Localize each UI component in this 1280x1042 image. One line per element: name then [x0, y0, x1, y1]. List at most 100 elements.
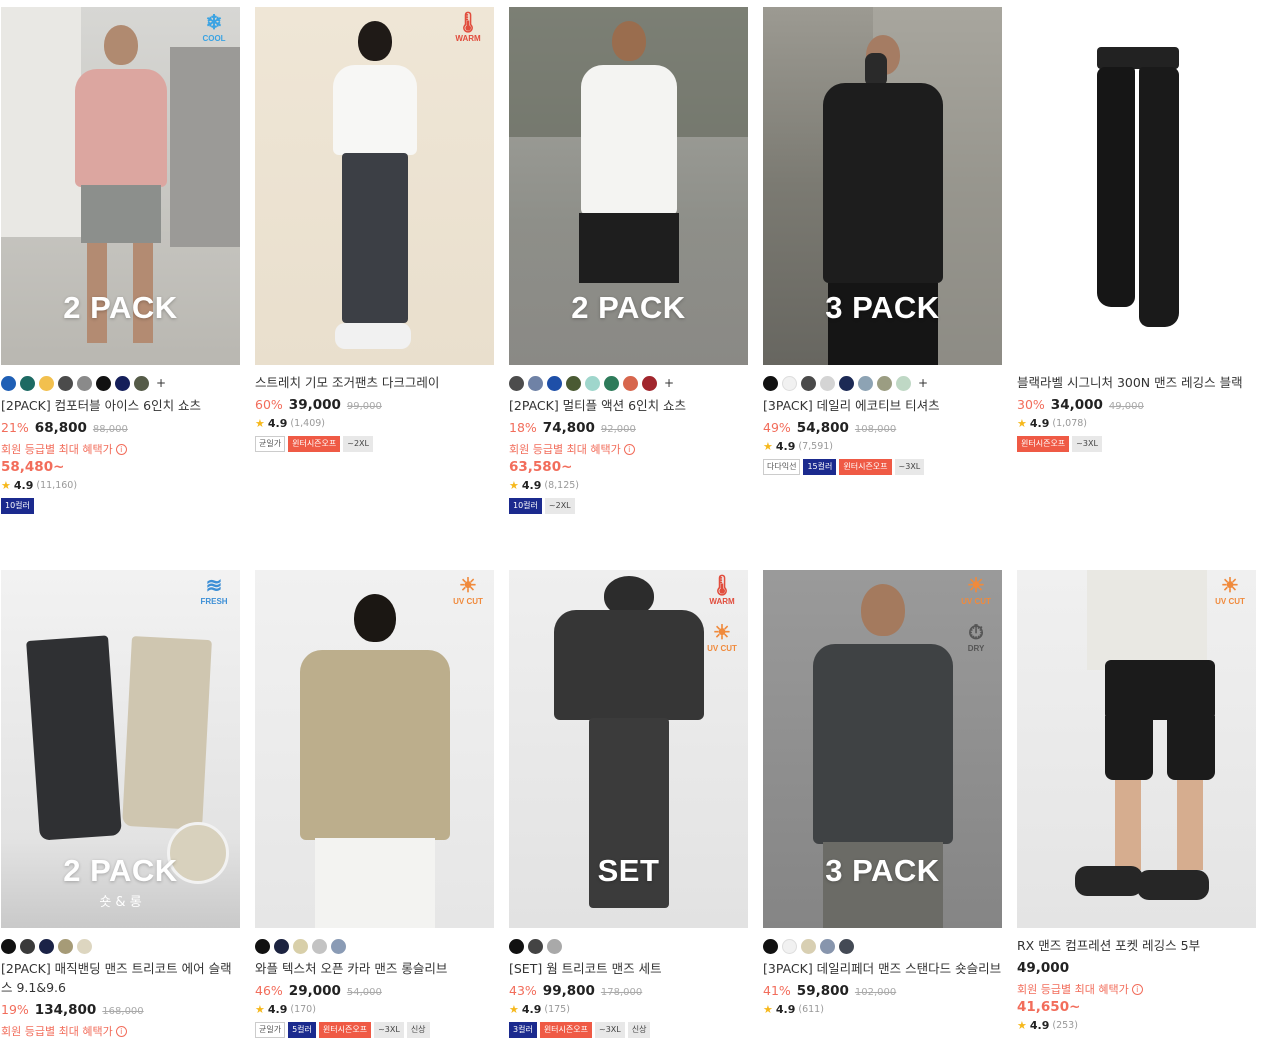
- color-swatch[interactable]: [547, 375, 562, 391]
- sun-icon: ☀: [1221, 575, 1239, 597]
- product-name[interactable]: 와플 텍스처 오픈 카라 맨즈 롱슬리브: [255, 959, 494, 978]
- product-name[interactable]: [2PACK] 매직밴딩 맨즈 트리코트 에어 슬랙스 9.1&9.6: [1, 959, 240, 997]
- color-swatch[interactable]: [782, 938, 797, 954]
- info-icon[interactable]: i: [1131, 983, 1143, 995]
- price-row: 49,000: [1017, 960, 1256, 976]
- product-card[interactable]: 🌡 WARM 스트레치 기모 조거팬츠 다크그레이 60% 39,000 99,…: [255, 7, 494, 452]
- original-price: 168,000: [102, 1006, 144, 1017]
- color-swatch[interactable]: [858, 375, 873, 391]
- color-swatch[interactable]: [877, 375, 892, 391]
- info-icon[interactable]: i: [115, 443, 127, 455]
- tag-list: 3컬러 윈터시즌오프 ~3XL 신상: [509, 1022, 748, 1038]
- color-swatch[interactable]: [58, 375, 73, 391]
- product-name[interactable]: [2PACK] 멀티플 액션 6인치 쇼츠: [509, 396, 748, 415]
- color-swatches: +: [1, 375, 240, 391]
- color-swatch[interactable]: [58, 938, 73, 954]
- color-swatch[interactable]: [820, 938, 835, 954]
- thermometer-icon: 🌡: [709, 575, 735, 597]
- more-colors-icon[interactable]: +: [918, 376, 928, 390]
- product-image[interactable]: [1017, 7, 1256, 365]
- product-image[interactable]: 2 PACK: [509, 7, 748, 365]
- color-swatch[interactable]: [20, 938, 35, 954]
- discount-rate: 30%: [1017, 397, 1045, 412]
- color-swatch[interactable]: [547, 938, 562, 954]
- color-swatch[interactable]: [642, 375, 657, 391]
- color-swatch[interactable]: [623, 375, 638, 391]
- color-swatch[interactable]: [839, 375, 854, 391]
- price-row: 43% 99,800 178,000: [509, 983, 748, 999]
- product-image[interactable]: SET 🌡 WARM ☀ UV CUT: [509, 570, 748, 928]
- color-swatch[interactable]: [255, 938, 270, 954]
- product-name[interactable]: [3PACK] 데일리 에코티브 티셔츠: [763, 396, 1002, 415]
- color-swatch[interactable]: [1, 938, 16, 954]
- product-card[interactable]: SET 🌡 WARM ☀ UV CUT [SET] 웜 트리코트 맨즈 세트 4…: [509, 570, 748, 1038]
- color-swatch[interactable]: [39, 375, 54, 391]
- more-colors-icon[interactable]: +: [156, 376, 166, 390]
- color-swatch[interactable]: [801, 938, 816, 954]
- tag-list: 10컬러: [1, 498, 240, 514]
- tag-list: 다다익선 15컬러 윈터시즌오프 ~3XL: [763, 459, 1002, 475]
- feature-badge-dry: ⏱ DRY: [967, 622, 985, 653]
- color-swatch[interactable]: [1, 375, 16, 391]
- star-icon: ★: [509, 479, 519, 492]
- product-image[interactable]: ☀ UV CUT: [255, 570, 494, 928]
- product-image[interactable]: ☀ UV CUT: [1017, 570, 1256, 928]
- product-card[interactable]: 블랙라벨 시그니처 300N 맨즈 레깅스 블랙 30% 34,000 49,0…: [1017, 7, 1256, 452]
- info-icon[interactable]: i: [623, 443, 635, 455]
- product-name[interactable]: 블랙라벨 시그니처 300N 맨즈 레깅스 블랙: [1017, 373, 1256, 392]
- product-card[interactable]: 2 PACK 숏 & 롱 ≋ FRESH [2PACK] 매직밴딩 맨즈 트리코…: [1, 570, 240, 1039]
- color-swatch[interactable]: [115, 375, 130, 391]
- more-colors-icon[interactable]: +: [664, 376, 674, 390]
- color-swatch[interactable]: [566, 375, 581, 391]
- product-card[interactable]: 3 PACK ☀ UV CUT ⏱ DRY [3PACK] 데일리페더 맨즈 스…: [763, 570, 1002, 1016]
- color-swatch[interactable]: [509, 375, 524, 391]
- color-swatch[interactable]: [312, 938, 327, 954]
- discount-rate: 46%: [255, 983, 283, 998]
- color-swatch[interactable]: [77, 375, 92, 391]
- product-name[interactable]: [SET] 웜 트리코트 맨즈 세트: [509, 959, 748, 978]
- color-swatch[interactable]: [763, 938, 778, 954]
- color-swatch[interactable]: [39, 938, 54, 954]
- product-card[interactable]: 2 PACK ❄ COOL + [2PACK] 컴포터블 아이스 6인치 쇼츠 …: [1, 7, 240, 514]
- review-count: (170): [290, 1004, 316, 1015]
- color-swatch[interactable]: [604, 375, 619, 391]
- color-swatch[interactable]: [96, 375, 111, 391]
- info-icon[interactable]: i: [115, 1025, 127, 1037]
- color-swatch[interactable]: [782, 375, 797, 391]
- product-image[interactable]: 2 PACK 숏 & 롱 ≋ FRESH: [1, 570, 240, 928]
- color-swatch[interactable]: [528, 938, 543, 954]
- color-swatch[interactable]: [585, 375, 600, 391]
- product-name[interactable]: [2PACK] 컴포터블 아이스 6인치 쇼츠: [1, 396, 240, 415]
- product-image[interactable]: 2 PACK ❄ COOL: [1, 7, 240, 365]
- product-image[interactable]: 🌡 WARM: [255, 7, 494, 365]
- tag: ~3XL: [374, 1022, 404, 1038]
- color-swatch[interactable]: [509, 938, 524, 954]
- color-swatch[interactable]: [839, 938, 854, 954]
- product-name[interactable]: RX 맨즈 컴프레션 포켓 레깅스 5부: [1017, 936, 1256, 955]
- product-card[interactable]: 3 PACK + [3PACK] 데일리 에코티브 티셔츠 49% 54,800…: [763, 7, 1002, 475]
- product-image[interactable]: 3 PACK ☀ UV CUT ⏱ DRY: [763, 570, 1002, 928]
- color-swatch[interactable]: [134, 375, 149, 391]
- product-card[interactable]: 2 PACK + [2PACK] 멀티플 액션 6인치 쇼츠 18% 74,80…: [509, 7, 748, 514]
- color-swatch[interactable]: [331, 938, 346, 954]
- tag: 균일가: [255, 1022, 286, 1038]
- product-card[interactable]: ☀ UV CUT RX 맨즈 컴프레션 포켓 레깅스 5부 49,000 회원 …: [1017, 570, 1256, 1032]
- discount-rate: 21%: [1, 420, 29, 435]
- color-swatch[interactable]: [801, 375, 816, 391]
- color-swatch[interactable]: [20, 375, 35, 391]
- product-card[interactable]: ☀ UV CUT 와플 텍스처 오픈 카라 맨즈 롱슬리브 46% 29,000…: [255, 570, 494, 1038]
- color-swatch[interactable]: [77, 938, 92, 954]
- product-image[interactable]: 3 PACK: [763, 7, 1002, 365]
- product-name[interactable]: [3PACK] 데일리페더 맨즈 스탠다드 숏슬리브: [763, 959, 1002, 978]
- color-swatch[interactable]: [820, 375, 835, 391]
- sale-price: 59,800: [796, 983, 849, 999]
- color-swatch[interactable]: [763, 375, 778, 391]
- color-swatches: [255, 938, 494, 954]
- sale-price: 39,000: [288, 397, 341, 413]
- color-swatch[interactable]: [528, 375, 543, 391]
- color-swatch[interactable]: [274, 938, 289, 954]
- color-swatch[interactable]: [896, 375, 911, 391]
- product-grid: 2 PACK ❄ COOL + [2PACK] 컴포터블 아이스 6인치 쇼츠 …: [0, 0, 1280, 1042]
- color-swatch[interactable]: [293, 938, 308, 954]
- product-name[interactable]: 스트레치 기모 조거팬츠 다크그레이: [255, 373, 494, 392]
